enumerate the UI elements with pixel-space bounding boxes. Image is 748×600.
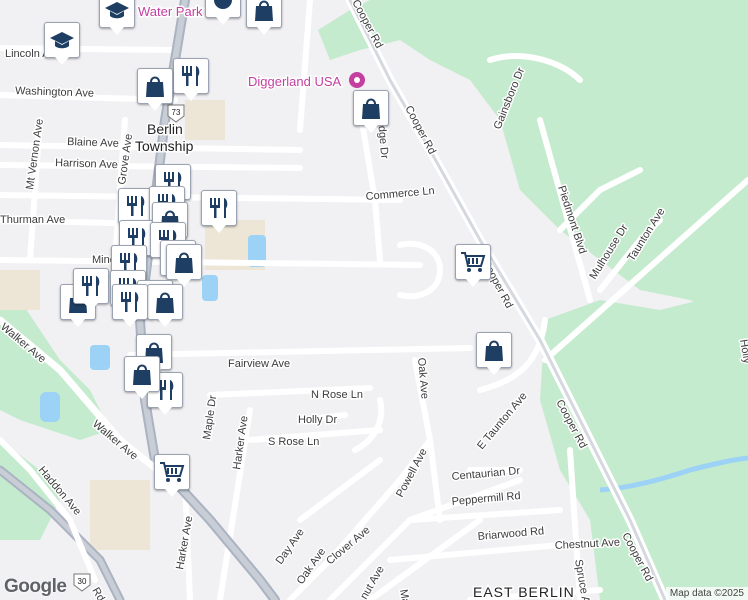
- poi-marker[interactable]: [205, 0, 241, 25]
- street-label-maple: Maple Dr: [201, 394, 219, 440]
- shopping-marker[interactable]: [147, 284, 183, 327]
- street-label-n-rose: N Rose Ln: [311, 389, 363, 401]
- restaurant-marker[interactable]: [112, 284, 148, 327]
- map-attribution[interactable]: Map data ©2025: [665, 587, 748, 600]
- street-label-s-rose: S Rose Ln: [268, 436, 319, 448]
- grocery-icon: [460, 249, 486, 275]
- street-label-thurman: Thurman Ave: [0, 214, 65, 226]
- street-label-oak-1: Oak Ave: [415, 357, 431, 399]
- shopping-icon: [142, 73, 168, 99]
- restaurant-marker[interactable]: [73, 268, 109, 311]
- restaurant-icon: [123, 193, 149, 219]
- poi-label-diggerland: Diggerland USA: [248, 74, 342, 89]
- map-canvas[interactable]: 73 30 Lincoln Ave Washington Ave Blaine …: [0, 0, 748, 600]
- shopping-marker[interactable]: [124, 356, 160, 399]
- shopping-icon: [481, 337, 507, 363]
- restaurant-icon: [206, 195, 232, 221]
- shopping-marker[interactable]: [476, 332, 512, 375]
- street-label-peppermill: Peppermill Rd: [451, 490, 521, 508]
- shopping-icon: [171, 249, 197, 275]
- street-label-mt-vernon: Mt Vernon Ave: [24, 118, 46, 190]
- shopping-icon: [152, 289, 178, 315]
- grocery-icon: [159, 459, 185, 485]
- restaurant-icon: [178, 63, 204, 89]
- shopping-marker[interactable]: [137, 68, 173, 111]
- street-label-fairview: Fairview Ave: [228, 358, 290, 370]
- shopping-icon: [251, 0, 277, 23]
- restaurant-marker[interactable]: [201, 190, 237, 233]
- restaurant-marker[interactable]: [173, 58, 209, 101]
- shopping-icon: [129, 361, 155, 387]
- street-label-e-taunton: E Taunton Ave: [475, 390, 530, 452]
- google-logo: Google: [4, 576, 67, 597]
- place-label-township: Township: [135, 138, 194, 154]
- poi-icon: [210, 0, 236, 13]
- school-icon: [49, 27, 75, 53]
- street-label-day: Day Ave: [274, 526, 307, 566]
- street-label-holly: Holly Dr: [298, 414, 337, 426]
- street-label-rd-partial: Rd: [89, 586, 106, 600]
- street-label-walker-2: Walker Ave: [90, 418, 140, 463]
- street-label-centaurian: Centaurian Dr: [451, 465, 521, 483]
- street-label-harrison: Harrison Ave: [55, 157, 118, 171]
- street-label-harker-2: Harker Ave: [174, 515, 195, 570]
- poi-label-water-park: Water Park: [138, 4, 203, 19]
- street-label-blaine: Blaine Ave: [67, 136, 119, 150]
- grocery-marker[interactable]: [455, 244, 491, 287]
- restaurant-icon: [78, 273, 104, 299]
- school-marker[interactable]: [44, 22, 80, 65]
- street-label-ma-partial: Ma: [397, 588, 412, 600]
- route-73-label: 73: [172, 108, 181, 117]
- school-icon: [104, 0, 130, 23]
- route-30-label: 30: [78, 577, 87, 586]
- street-label-briarwood: Briarwood Rd: [477, 525, 544, 543]
- place-label-east-berlin: EAST BERLIN: [473, 584, 575, 600]
- place-label-berlin: Berlin: [147, 121, 183, 137]
- school-marker[interactable]: [99, 0, 135, 35]
- street-label-powell: Powell Ave: [394, 446, 430, 499]
- grocery-marker[interactable]: [154, 454, 190, 497]
- shopping-marker[interactable]: [246, 0, 282, 35]
- shopping-marker[interactable]: [166, 244, 202, 287]
- shopping-icon: [358, 95, 384, 121]
- shopping-marker[interactable]: [353, 90, 389, 133]
- street-label-cooper-2: Cooper Rd: [402, 104, 438, 157]
- restaurant-icon: [117, 289, 143, 315]
